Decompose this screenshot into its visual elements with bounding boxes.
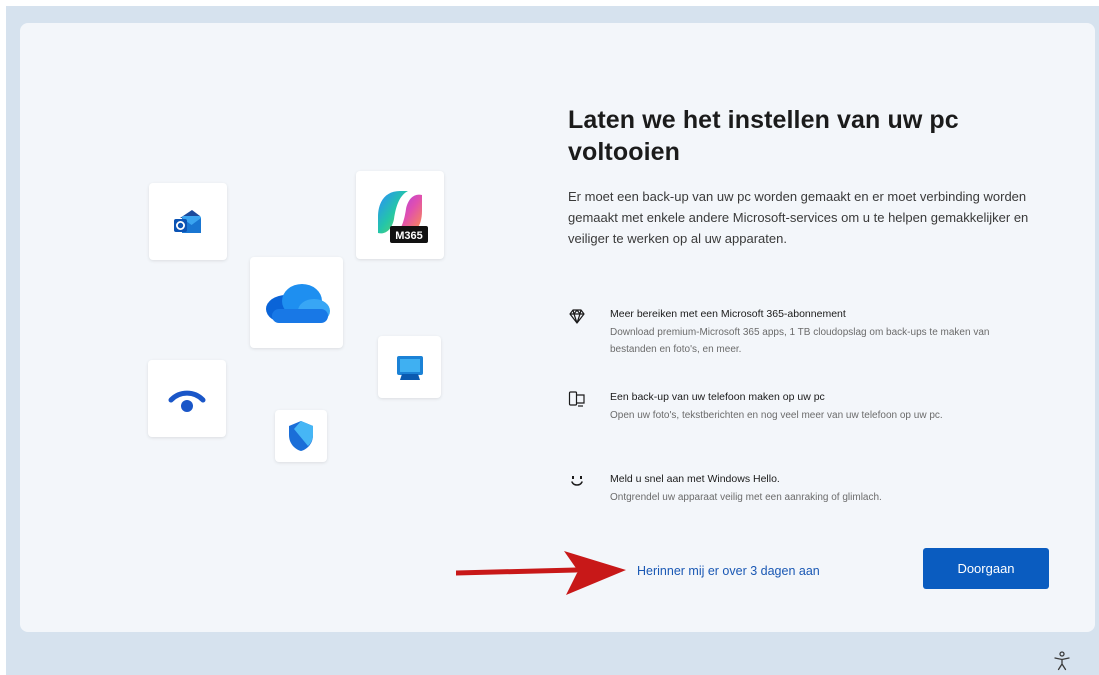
onedrive-tile — [250, 257, 343, 348]
wifi-tile — [148, 360, 226, 437]
feature-heading: Een back-up van uw telefoon maken op uw … — [610, 391, 825, 403]
feature-body: Ontgrendel uw apparaat veilig met een aa… — [610, 492, 882, 503]
phone-link-icon — [568, 391, 585, 407]
diamond-icon — [569, 309, 585, 324]
onedrive-icon — [265, 283, 330, 323]
feature-body: Open uw foto's, tekstberichten en nog ve… — [610, 410, 943, 421]
copilot-m365-tile: M365 — [356, 171, 444, 259]
accessibility-icon[interactable] — [1053, 651, 1071, 671]
feature-body: Download premium-Microsoft 365 apps, 1 T… — [610, 327, 990, 355]
feature-windows-hello: Meld u snel aan met Windows Hello. Ontgr… — [568, 472, 1048, 512]
windows-pc-icon — [396, 356, 423, 380]
m365-badge: M365 — [395, 230, 423, 242]
wifi-icon — [168, 390, 206, 412]
remind-later-link[interactable]: Herinner mij er over 3 dagen aan — [637, 560, 820, 582]
defender-shield-icon — [289, 421, 313, 451]
windows-pc-tile — [378, 336, 441, 398]
red-arrow-icon — [456, 551, 626, 595]
feature-phone-backup: Een back-up van uw telefoon maken op uw … — [568, 390, 1048, 446]
page-description: Er moet een back-up van uw pc worden gem… — [568, 189, 1029, 246]
outlook-icon — [174, 209, 201, 233]
page-title: Laten we het instellen van uw pc voltooi… — [568, 106, 959, 166]
feature-heading: Meld u snel aan met Windows Hello. — [610, 473, 780, 485]
smiley-icon — [571, 476, 583, 486]
feature-m365: Meer bereiken met een Microsoft 365-abon… — [568, 307, 1048, 363]
setup-card: M365 Laten we het instellen van uw pc vo… — [20, 23, 1095, 632]
outlook-tile — [149, 183, 227, 260]
feature-heading: Meer bereiken met een Microsoft 365-abon… — [610, 308, 846, 320]
copilot-m365-icon: M365 — [378, 191, 428, 243]
defender-tile — [275, 410, 327, 462]
continue-button[interactable]: Doorgaan — [923, 548, 1049, 589]
